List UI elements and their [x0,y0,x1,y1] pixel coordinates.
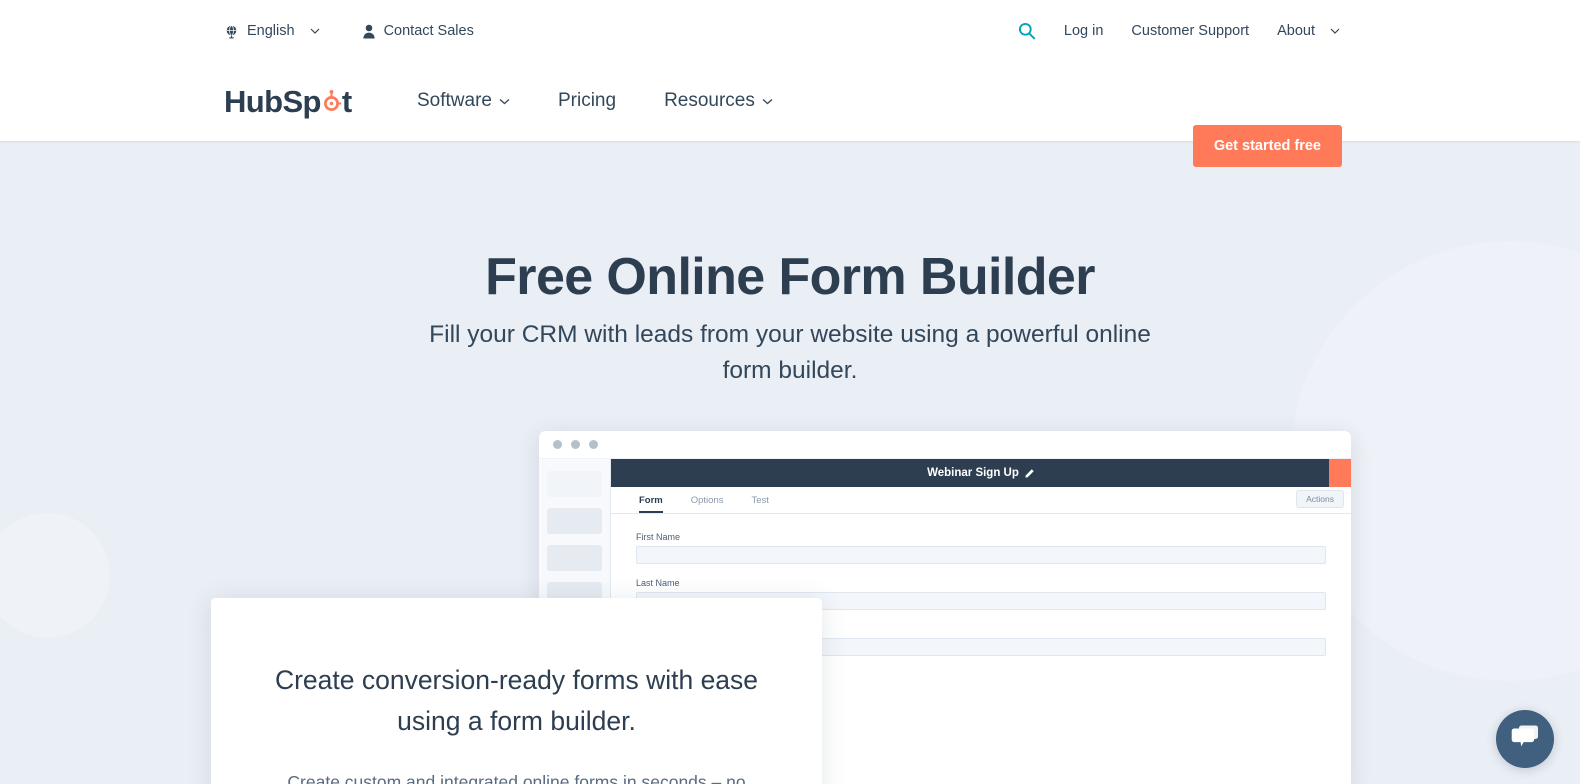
pencil-icon[interactable] [1025,468,1035,478]
mock-tab-bar: Form Options Test Actions [611,487,1351,514]
globe-icon [224,24,239,39]
mock-field-label: Last Name [636,578,680,588]
mock-app-topbar: Webinar Sign Up [611,459,1351,487]
browser-dot-minimize-icon [571,440,580,449]
sidebar-placeholder [547,471,602,497]
chevron-down-icon [499,98,510,105]
chat-widget-button[interactable] [1496,710,1554,768]
mock-tab-options[interactable]: Options [691,495,724,513]
person-icon [362,24,376,39]
mock-tab-test[interactable]: Test [752,495,769,513]
hero-subtitle-text: Fill your CRM with leads from your websi… [429,321,1151,384]
utility-nav-right: Log in Customer Support About [1018,22,1340,40]
nav-label-resources: Resources [664,90,755,111]
search-icon [1018,22,1036,40]
nav-links: Software Pricing Resources [417,90,821,112]
page-root: English Contact Sales Log in Customer Su… [0,0,1580,784]
browser-chrome [539,431,1351,459]
contact-sales-link[interactable]: Contact Sales [362,24,474,39]
header-get-started-button[interactable]: Get started free [1192,125,1342,167]
search-button[interactable] [1018,22,1036,40]
utility-nav-left: English Contact Sales [224,24,474,39]
decorative-circle-left [0,513,110,638]
nav-label-pricing: Pricing [557,90,617,111]
mock-field-input[interactable] [636,546,1326,564]
offer-card-title: Create conversion-ready forms with ease … [274,665,759,737]
customer-support-label: Customer Support [1131,22,1250,39]
language-label: English [247,22,295,39]
sprocket-icon [321,90,342,112]
mock-topbar-cta-button[interactable] [1329,459,1351,487]
customer-support-link[interactable]: Customer Support [1131,24,1249,39]
offer-card-subtitle: Create custom and integrated online form… [287,772,746,784]
browser-dot-maximize-icon [589,440,598,449]
form-name-wrap: Webinar Sign Up [927,467,1035,479]
page-title: Free Online Form Builder [485,248,1095,306]
utility-nav: English Contact Sales Log in Customer Su… [0,0,1580,62]
mock-actions-button[interactable]: Actions [1296,490,1344,508]
hero-subtitle: Fill your CRM with leads from your websi… [0,317,1580,388]
logo-text-before: HubSp [224,84,321,119]
chevron-down-icon [762,98,773,105]
main-nav: HubSp t Software Pricing Resources Get s… [0,62,1580,167]
mock-form-field: First Name [636,532,1351,564]
sidebar-placeholder [547,508,602,534]
nav-item-pricing[interactable]: Pricing [558,90,616,112]
offer-card: Create conversion-ready forms with ease … [211,598,822,784]
hero-section: Free Online Form Builder Fill your CRM w… [0,141,1580,784]
hubspot-logo[interactable]: HubSp t [224,84,352,120]
form-name: Webinar Sign Up [927,467,1019,479]
chevron-down-icon [1330,28,1340,34]
nav-label-software: Software [417,90,492,111]
nav-item-resources[interactable]: Resources [664,90,773,112]
chat-bubble-icon [1510,724,1540,755]
language-selector[interactable]: English [224,24,320,39]
about-label: About [1277,22,1315,39]
sidebar-placeholder [547,545,602,571]
site-header: English Contact Sales Log in Customer Su… [0,0,1580,167]
browser-dot-close-icon [553,440,562,449]
chevron-down-icon [310,28,320,34]
logo-text-after: t [341,84,352,119]
mock-field-label: First Name [636,532,681,542]
about-menu[interactable]: About [1277,24,1340,39]
mock-tab-form[interactable]: Form [639,495,663,513]
login-link[interactable]: Log in [1064,24,1104,39]
nav-item-software[interactable]: Software [417,90,510,112]
login-label: Log in [1063,22,1104,39]
contact-sales-label: Contact Sales [383,22,474,39]
